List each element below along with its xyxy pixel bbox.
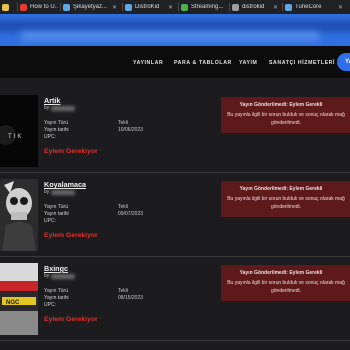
release-date-value: 08/15/2023	[118, 295, 144, 301]
blurred-artist-name	[51, 189, 76, 195]
release-date-label: Yayın tarihi	[44, 211, 69, 217]
browser-tab-1[interactable]: How to U...	[20, 0, 58, 14]
by-label: by	[44, 273, 50, 279]
notice-body: Bu yayınla ilgili bir sorun bulduk ve so…	[227, 196, 345, 210]
address-bar[interactable]	[0, 14, 350, 46]
browser-tab-2[interactable]: Şikayetyaz... ✕	[63, 0, 121, 14]
nav-item-yayinlar[interactable]: YAYINLAR	[133, 60, 163, 66]
cover-art[interactable]	[0, 179, 38, 251]
release-type-label: Yayın Türü	[44, 288, 68, 294]
by-label: by	[44, 105, 50, 111]
nav-item-para-tablolar[interactable]: PARA & TABLOLAR	[174, 60, 232, 66]
cover-art[interactable]: TIK	[0, 95, 38, 167]
release-type-value: Tekli	[118, 288, 129, 294]
skull-cover-image	[0, 179, 38, 251]
tab-label: distrokid	[242, 4, 265, 10]
upc-label: UPC:	[44, 218, 56, 224]
release-item: Koyalamaca by Yayın Türü Tekli Yayın tar…	[0, 174, 350, 262]
tab-favicon-icon	[125, 3, 132, 11]
action-required-link[interactable]: Eylem Gerekiyor	[44, 232, 98, 239]
tab-divider	[17, 3, 18, 11]
tab-favicon-icon	[232, 3, 239, 11]
tab-label: Streaming...	[191, 4, 223, 10]
blurred-region	[0, 20, 350, 32]
cover-art[interactable]: NGC	[0, 263, 38, 335]
blurred-region	[20, 32, 320, 40]
notice-title: Yayın Gönderilmedi: Eylem Gerekli	[239, 102, 323, 108]
release-title[interactable]: Bxingc	[44, 264, 68, 273]
upc-label: UPC:	[44, 134, 56, 140]
action-required-link[interactable]: Eylem Gerekiyor	[44, 316, 98, 323]
tab-divider	[60, 3, 61, 11]
tab-label: Şikayetyaz...	[73, 4, 108, 10]
close-icon[interactable]: ✕	[168, 4, 173, 11]
cta-button[interactable]: YA	[337, 53, 350, 71]
release-title[interactable]: Artik	[44, 96, 60, 105]
upc-label: UPC:	[44, 302, 56, 308]
notice-box: Yayın Gönderilmedi: Eylem Gerekli Bu yay…	[221, 265, 350, 301]
divider	[0, 256, 350, 257]
tab-label: DistroKid	[135, 4, 160, 10]
release-date-value: 09/07/2023	[118, 211, 144, 217]
browser-tab-3[interactable]: DistroKid ✕	[125, 0, 177, 14]
nav-item-sanatci-hizmetleri[interactable]: SANATÇI HİZMETLERİ	[269, 60, 335, 66]
release-item: TIK Artik by Yayın Türü Tekli Yayın tari…	[0, 90, 350, 178]
tab-favicon-icon	[285, 3, 292, 11]
tab-divider	[282, 3, 283, 11]
close-icon[interactable]: ✕	[112, 4, 117, 11]
cover-text: TIK	[8, 134, 23, 140]
tab-favicon-icon	[63, 3, 70, 11]
release-artist: by	[44, 273, 76, 279]
action-required-link[interactable]: Eylem Gerekiyor	[44, 148, 98, 155]
release-item: NGC Bxingc by Yayın Türü Tekli Yayın tar…	[0, 258, 350, 346]
tab-divider	[229, 3, 230, 11]
blurred-artist-name	[51, 105, 76, 111]
release-type-value: Tekli	[118, 120, 129, 126]
divider	[0, 172, 350, 173]
notice-box: Yayın Gönderilmedi: Eylem Gerekli Bu yay…	[221, 97, 350, 133]
cover-art-image: TIK	[0, 95, 38, 167]
tab-label: How to U...	[30, 4, 58, 10]
browser-tab-4[interactable]: Streaming...	[181, 0, 227, 14]
notice-title: Yayın Gönderilmedi: Eylem Gerekli	[239, 270, 323, 276]
blurred-artist-name	[51, 273, 76, 279]
release-type-label: Yayın Türü	[44, 120, 68, 126]
close-icon[interactable]: ✕	[273, 4, 278, 11]
release-title[interactable]: Koyalamaca	[44, 180, 86, 189]
notice-title: Yayın Gönderilmedi: Eylem Gerekli	[239, 186, 323, 192]
release-artist: by	[44, 189, 76, 195]
close-icon[interactable]: ✕	[338, 4, 343, 11]
youtube-icon	[20, 3, 27, 11]
browser-tab-6[interactable]: TuneCore ✕	[285, 0, 349, 14]
car-cover-image: NGC	[0, 263, 38, 335]
browser-tab-5[interactable]: distrokid ✕	[232, 0, 280, 14]
notice-body: Bu yayınla ilgili bir sorun bulduk ve so…	[227, 112, 345, 126]
notice-box: Yayın Gönderilmedi: Eylem Gerekli Bu yay…	[221, 181, 350, 217]
release-artist: by	[44, 105, 76, 111]
tab-divider	[122, 3, 123, 11]
tab-divider	[178, 3, 179, 11]
browser-tab-strip: How to U... Şikayetyaz... ✕ DistroKid ✕ …	[0, 0, 350, 14]
divider	[0, 340, 350, 341]
tab-favicon-icon	[181, 3, 188, 11]
by-label: by	[44, 189, 50, 195]
browser-tab-0[interactable]	[2, 0, 16, 14]
tab-label: TuneCore	[295, 4, 322, 10]
tab-favicon-icon	[2, 3, 9, 11]
release-date-label: Yayın tarihi	[44, 127, 69, 133]
release-type-label: Yayın Türü	[44, 204, 68, 210]
release-date-label: Yayın tarihi	[44, 295, 69, 301]
site-header: YAYINLAR PARA & TABLOLAR YAYIM SANATÇI H…	[0, 46, 350, 78]
release-type-value: Tekli	[118, 204, 129, 210]
cover-text: NGC	[6, 300, 20, 306]
release-date-value: 10/06/2023	[118, 127, 144, 133]
nav-item-yayim[interactable]: YAYIM	[239, 60, 257, 66]
notice-body: Bu yayınla ilgili bir sorun bulduk ve so…	[227, 280, 345, 294]
